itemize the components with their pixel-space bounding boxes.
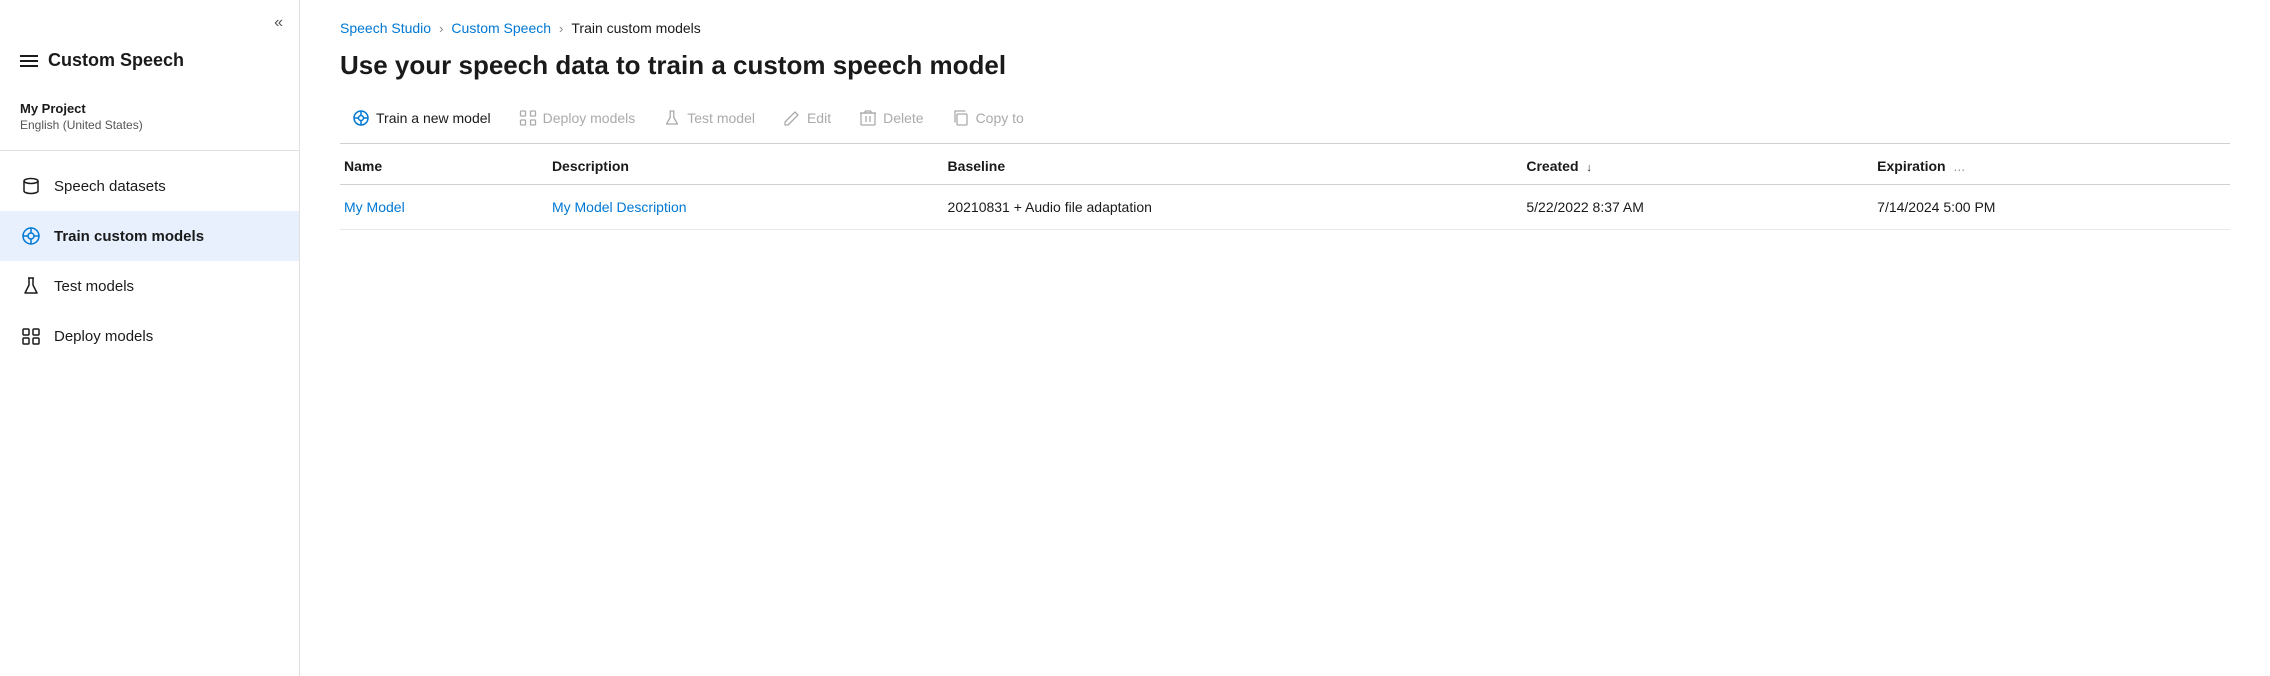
breadcrumb-custom-speech[interactable]: Custom Speech [451, 20, 551, 36]
col-baseline: Baseline [948, 148, 1527, 185]
row-created-cell: 5/22/2022 8:37 AM [1526, 185, 1877, 230]
row-name-cell[interactable]: My Model [340, 185, 552, 230]
copy-icon [952, 109, 970, 127]
models-table: Name Description Baseline Created ↓ Expi… [340, 148, 2230, 230]
col-expiration: Expiration ... [1877, 148, 2230, 185]
col-name: Name [340, 148, 552, 185]
col-description: Description [552, 148, 948, 185]
sidebar-item-label: Speech datasets [54, 178, 166, 195]
sidebar-app-title: Custom Speech [0, 42, 299, 89]
sidebar-item-label: Train custom models [54, 228, 204, 245]
sidebar-divider [0, 150, 299, 151]
sidebar-nav: Speech datasets Train custom models [0, 161, 299, 361]
row-baseline-cell: 20210831 + Audio file adaptation [948, 185, 1527, 230]
flask-sm-icon [663, 109, 681, 127]
flask-icon [20, 275, 42, 297]
copy-to-label: Copy to [976, 110, 1024, 126]
edit-icon [783, 109, 801, 127]
hamburger-icon[interactable] [20, 55, 38, 67]
train-new-model-label: Train a new model [376, 110, 491, 126]
sidebar-item-label: Test models [54, 278, 134, 295]
copy-to-button[interactable]: Copy to [940, 103, 1036, 133]
table-row: My Model My Model Description 20210831 +… [340, 185, 2230, 230]
sidebar-title-label: Custom Speech [48, 50, 184, 71]
main-content: Speech Studio › Custom Speech › Train cu… [300, 0, 2270, 676]
test-model-label: Test model [687, 110, 755, 126]
cylinder-icon [20, 175, 42, 197]
test-model-button[interactable]: Test model [651, 103, 767, 133]
delete-label: Delete [883, 110, 923, 126]
toolbar: Train a new model Deploy models Test [340, 103, 2230, 144]
deploy-icon [20, 325, 42, 347]
sidebar: « Custom Speech My Project English (Unit… [0, 0, 300, 676]
model-icon [20, 225, 42, 247]
sort-arrow-icon: ↓ [1586, 162, 1592, 174]
col-created[interactable]: Created ↓ [1526, 148, 1877, 185]
sidebar-item-label: Deploy models [54, 328, 153, 345]
breadcrumb-sep-1: › [439, 21, 443, 36]
breadcrumb-speech-studio[interactable]: Speech Studio [340, 20, 431, 36]
breadcrumb-current: Train custom models [571, 20, 700, 36]
sidebar-item-test-models[interactable]: Test models [0, 261, 299, 311]
collapse-button-area: « [0, 0, 299, 42]
star-icon [352, 109, 370, 127]
row-description-cell: My Model Description [552, 185, 948, 230]
row-expiration-cell: 7/14/2024 5:00 PM [1877, 185, 2230, 230]
trash-icon [859, 109, 877, 127]
collapse-icon[interactable]: « [274, 14, 283, 32]
deploy-models-button[interactable]: Deploy models [507, 103, 648, 133]
train-new-model-button[interactable]: Train a new model [340, 103, 503, 133]
page-title: Use your speech data to train a custom s… [340, 50, 2230, 81]
deploy-sm-icon [519, 109, 537, 127]
breadcrumb-sep-2: › [559, 21, 563, 36]
project-language: English (United States) [20, 118, 279, 132]
col-expiration-more: ... [1954, 158, 1966, 174]
delete-button[interactable]: Delete [847, 103, 935, 133]
sidebar-item-deploy-models[interactable]: Deploy models [0, 311, 299, 361]
sidebar-item-train-custom-models[interactable]: Train custom models [0, 211, 299, 261]
breadcrumb: Speech Studio › Custom Speech › Train cu… [340, 0, 2230, 50]
project-name: My Project [20, 101, 279, 116]
deploy-models-label: Deploy models [543, 110, 636, 126]
edit-label: Edit [807, 110, 831, 126]
sidebar-item-speech-datasets[interactable]: Speech datasets [0, 161, 299, 211]
edit-button[interactable]: Edit [771, 103, 843, 133]
project-info: My Project English (United States) [0, 89, 299, 140]
